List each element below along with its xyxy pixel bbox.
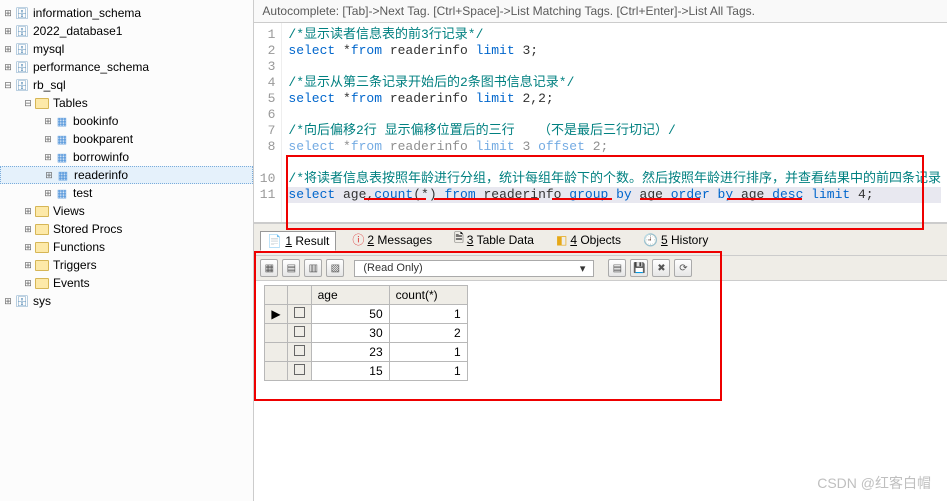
- result-toolbar: ▦ ▤ ▥ ▧ (Read Only)▾ ▤ 💾 ✖ ⟳: [254, 256, 947, 281]
- tab-tabledata[interactable]: 🗎3 Table Data: [448, 227, 540, 252]
- tree-folder[interactable]: ⊞Views: [0, 202, 253, 220]
- toolbar-btn[interactable]: ⟳: [674, 259, 692, 277]
- line-gutter: 123456781011: [254, 23, 282, 222]
- tree-table[interactable]: ⊞▦borrowinfo: [0, 148, 253, 166]
- col-header[interactable]: count(*): [389, 286, 467, 305]
- tab-objects[interactable]: ◧4 Objects: [550, 231, 627, 249]
- tree-db[interactable]: ⊞🗄performance_schema: [0, 58, 253, 76]
- toolbar-btn[interactable]: ▥: [304, 259, 322, 277]
- toolbar-btn[interactable]: ▧: [326, 259, 344, 277]
- table-row[interactable]: 231: [265, 343, 467, 362]
- tree-db[interactable]: ⊟🗄rb_sql: [0, 76, 253, 94]
- toolbar-btn[interactable]: ▤: [282, 259, 300, 277]
- result-tabs: 📄1 Result ⓘ2 Messages 🗎3 Table Data ◧4 O…: [254, 223, 947, 256]
- tree-db[interactable]: ⊞🗄information_schema: [0, 4, 253, 22]
- toolbar-btn[interactable]: ▦: [260, 259, 278, 277]
- tree-folder[interactable]: ⊞Functions: [0, 238, 253, 256]
- watermark: CSDN @红客白帽: [817, 473, 931, 493]
- table-row[interactable]: ▶501: [265, 305, 467, 324]
- tree-folder[interactable]: ⊞Stored Procs: [0, 220, 253, 238]
- table-row[interactable]: 302: [265, 324, 467, 343]
- toolbar-btn[interactable]: ✖: [652, 259, 670, 277]
- tab-result[interactable]: 📄1 Result: [260, 231, 336, 251]
- tree-table[interactable]: ⊞▦test: [0, 184, 253, 202]
- readonly-indicator[interactable]: (Read Only)▾: [354, 260, 594, 277]
- autocomplete-hint: Autocomplete: [Tab]->Next Tag. [Ctrl+Spa…: [254, 0, 947, 23]
- db-tree[interactable]: ⊞🗄information_schema ⊞🗄2022_database1 ⊞🗄…: [0, 0, 254, 501]
- tree-table[interactable]: ⊞▦bookinfo: [0, 112, 253, 130]
- tree-db[interactable]: ⊞🗄2022_database1: [0, 22, 253, 40]
- col-header[interactable]: age: [311, 286, 389, 305]
- tree-table[interactable]: ⊞▦bookparent: [0, 130, 253, 148]
- toolbar-btn[interactable]: ▤: [608, 259, 626, 277]
- tree-table-selected[interactable]: ⊞▦readerinfo: [0, 166, 253, 184]
- tree-folder[interactable]: ⊞Events: [0, 274, 253, 292]
- tree-folder[interactable]: ⊞Triggers: [0, 256, 253, 274]
- tree-folder-tables[interactable]: ⊟Tables: [0, 94, 253, 112]
- tree-db[interactable]: ⊞🗄mysql: [0, 40, 253, 58]
- tree-db[interactable]: ⊞🗄sys: [0, 292, 253, 310]
- toolbar-btn[interactable]: 💾: [630, 259, 648, 277]
- tab-messages[interactable]: ⓘ2 Messages: [346, 229, 438, 250]
- table-row[interactable]: 151: [265, 362, 467, 381]
- result-grid[interactable]: age count(*) ▶501 302 231 151: [264, 285, 467, 381]
- sql-editor[interactable]: 123456781011 /*显示读者信息表的前3行记录*/ select *f…: [254, 23, 947, 223]
- tab-history[interactable]: 🕘5 History: [637, 231, 714, 249]
